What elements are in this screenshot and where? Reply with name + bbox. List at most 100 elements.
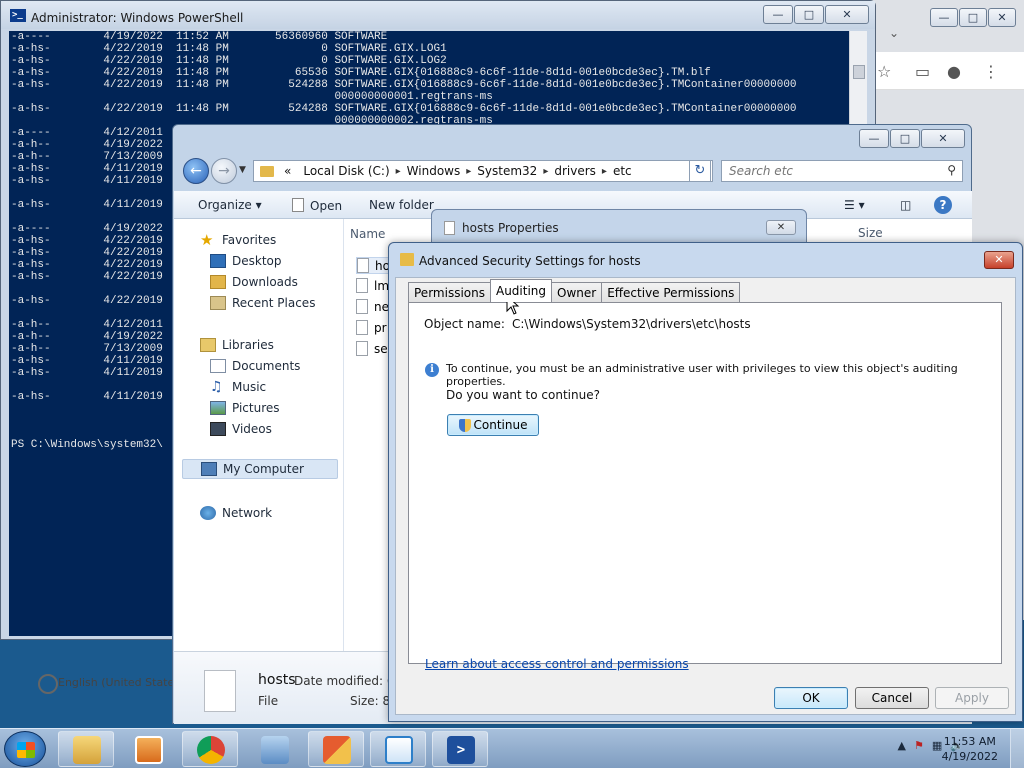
file-row[interactable]: lm <box>356 278 389 293</box>
action-center-icon[interactable]: ⚑ <box>914 739 924 752</box>
address-bar[interactable]: « Local Disk (C:) ▸ Windows ▸ System32 ▸… <box>253 160 713 182</box>
file-icon <box>357 258 369 273</box>
taskbar-powershell[interactable]: > <box>432 731 488 767</box>
shield-icon <box>323 736 351 764</box>
breadcrumb-local-disk[interactable]: Local Disk (C:) <box>297 164 395 178</box>
search-input[interactable] <box>722 161 932 181</box>
nav-my-computer[interactable]: My Computer <box>182 459 338 479</box>
taskbar-chrome[interactable] <box>182 731 238 767</box>
taskbar-control-panel[interactable] <box>246 731 302 767</box>
search-icon[interactable]: ⚲ <box>947 163 956 177</box>
view-options-icon[interactable]: ☰ ▾ <box>844 198 865 212</box>
taskbar-security-app[interactable] <box>308 731 364 767</box>
menu-dots-icon[interactable]: ⋮ <box>983 62 999 81</box>
file-name: pr <box>374 320 387 335</box>
nav-libraries[interactable]: Libraries <box>200 338 274 352</box>
clock[interactable]: 11:53 AM 4/19/2022 <box>942 734 998 764</box>
taskbar-explorer[interactable] <box>58 731 114 767</box>
close-icon[interactable]: ✕ <box>984 251 1014 269</box>
star-icon[interactable]: ☆ <box>877 62 891 81</box>
nav-music-label: Music <box>232 380 267 394</box>
file-name: lm <box>374 278 390 293</box>
nav-documents[interactable]: Documents <box>210 359 300 373</box>
file-icon <box>292 198 304 212</box>
continue-button[interactable]: Continue <box>447 414 539 436</box>
column-header-name[interactable]: Name <box>350 227 385 241</box>
minimize-icon[interactable]: — <box>763 5 793 24</box>
new-folder-button[interactable]: New folder <box>369 198 434 212</box>
scrollbar-thumb[interactable] <box>853 65 865 79</box>
file-row[interactable]: se <box>356 341 388 356</box>
history-dropdown-icon[interactable]: ▼ <box>239 165 246 175</box>
breadcrumb-system32[interactable]: System32 <box>471 164 543 178</box>
nav-recent-places[interactable]: Recent Places <box>210 296 315 310</box>
preview-pane-icon[interactable]: ◫ <box>900 198 911 212</box>
taskbar: > ▲ ⚑ ▦ 🔈 11:53 AM 4/19/2022 <box>0 728 1024 768</box>
nav-desktop-label: Desktop <box>232 254 282 268</box>
object-name-label: Object name: <box>424 317 505 331</box>
side-panel-icon[interactable]: ▭ <box>915 62 930 81</box>
nav-downloads-label: Downloads <box>232 275 298 289</box>
search-box: ⚲ <box>721 160 963 182</box>
powershell-titlebar[interactable]: >_ Administrator: Windows PowerShell — □… <box>1 1 875 29</box>
nav-network-label: Network <box>222 506 273 520</box>
shield-icon <box>458 418 471 432</box>
nav-desktop[interactable]: Desktop <box>210 254 282 268</box>
minimize-icon[interactable]: — <box>859 129 889 148</box>
taskbar-remote-app[interactable] <box>370 731 426 767</box>
close-icon[interactable]: ✕ <box>825 5 869 24</box>
close-icon[interactable]: ✕ <box>988 8 1016 27</box>
show-desktop-button[interactable] <box>1010 729 1024 768</box>
file-row[interactable]: ne <box>356 299 389 314</box>
nav-network[interactable]: Network <box>200 506 272 520</box>
console-line: -a-hs- 4/22/2019 11:48 PM 65536 SOFTWARE… <box>11 67 711 79</box>
computer-icon <box>201 462 217 476</box>
column-header-size[interactable]: Size <box>858 226 883 240</box>
show-hidden-icons-icon[interactable]: ▲ <box>898 739 906 752</box>
videos-icon <box>210 422 226 436</box>
close-icon[interactable]: ✕ <box>766 220 796 235</box>
breadcrumb-drivers[interactable]: drivers <box>548 164 602 178</box>
tab-effective-permissions[interactable]: Effective Permissions <box>601 282 741 302</box>
maximize-icon[interactable]: □ <box>959 8 987 27</box>
explorer-nav-bar: ← → ▼ « Local Disk (C:) ▸ Windows ▸ Syst… <box>181 157 965 185</box>
minimize-icon[interactable]: — <box>930 8 958 27</box>
nav-pictures[interactable]: Pictures <box>210 401 280 415</box>
file-icon <box>356 341 368 356</box>
nav-recent-label: Recent Places <box>232 296 316 310</box>
learn-access-control-link[interactable]: Learn about access control and permissio… <box>425 657 689 671</box>
clock-time: 11:53 AM <box>943 735 996 748</box>
cancel-button[interactable]: Cancel <box>855 687 929 709</box>
close-icon[interactable]: ✕ <box>921 129 965 148</box>
folder-icon <box>73 736 101 764</box>
nav-downloads[interactable]: Downloads <box>210 275 298 289</box>
open-button[interactable]: Open <box>292 198 342 213</box>
refresh-icon[interactable]: ↻ <box>689 160 711 182</box>
apply-button[interactable]: Apply <box>935 687 1009 709</box>
help-icon[interactable]: ? <box>934 196 952 214</box>
chevron-down-icon[interactable]: ⌄ <box>889 26 899 40</box>
profile-icon[interactable]: ● <box>947 62 961 81</box>
nav-favorites[interactable]: ★ Favorites <box>200 233 277 248</box>
forward-arrow-icon[interactable]: → <box>211 158 237 184</box>
nav-favorites-label: Favorites <box>222 233 277 247</box>
file-row[interactable]: pr <box>356 320 387 335</box>
nav-videos[interactable]: Videos <box>210 422 272 436</box>
taskbar-media-player[interactable] <box>120 731 176 767</box>
remote-connection-icon <box>385 736 413 764</box>
maximize-icon[interactable]: □ <box>890 129 920 148</box>
breadcrumb-overflow[interactable]: « <box>278 164 297 178</box>
breadcrumb-windows[interactable]: Windows <box>401 164 467 178</box>
maximize-icon[interactable]: □ <box>794 5 824 24</box>
breadcrumb-etc[interactable]: etc <box>607 164 638 178</box>
back-arrow-icon[interactable]: ← <box>183 158 209 184</box>
start-button[interactable] <box>4 731 46 767</box>
nav-music[interactable]: ♫ Music <box>210 380 266 394</box>
ok-button[interactable]: OK <box>774 687 848 709</box>
tab-owner[interactable]: Owner <box>551 282 603 302</box>
chrome-caption-buttons: — □ ✕ <box>930 8 1016 27</box>
file-name: se <box>374 341 388 356</box>
organize-button[interactable]: Organize ▾ <box>198 198 262 212</box>
tab-auditing[interactable]: Auditing <box>489 279 553 302</box>
tab-permissions[interactable]: Permissions <box>408 282 491 302</box>
